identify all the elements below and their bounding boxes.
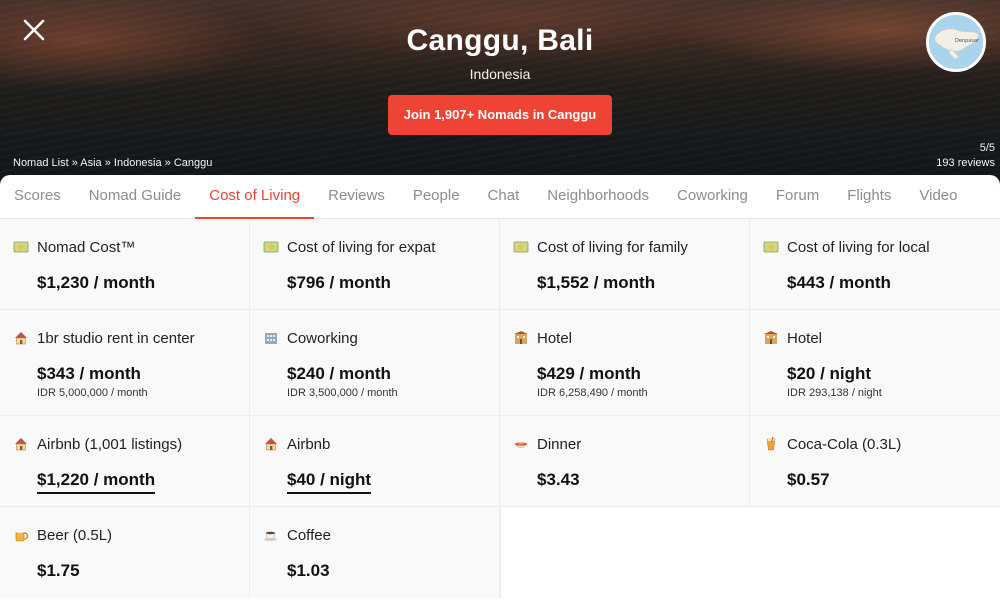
cost-card: Cost of living for expat $796 / month — [250, 219, 500, 309]
beer-mug-icon — [15, 529, 29, 542]
cost-value: $0.57 — [787, 470, 830, 489]
house-icon — [265, 438, 277, 451]
money-icon — [763, 241, 779, 253]
rating-score: 5/5 — [979, 142, 995, 154]
breadcrumb-separator: » — [161, 157, 174, 169]
tab-cost-of-living[interactable]: Cost of Living — [195, 175, 315, 219]
money-icon — [263, 241, 279, 253]
dinner-bowl-icon — [514, 442, 528, 448]
cost-label: Dinner — [537, 435, 582, 453]
cost-value: $1.03 — [287, 561, 330, 580]
breadcrumb-separator: » — [101, 157, 114, 169]
cost-label: Hotel — [787, 329, 823, 347]
join-nomads-button[interactable]: Join 1,907+ Nomads in Canggu — [388, 95, 612, 135]
cost-label: Coworking — [287, 329, 358, 347]
house-icon — [15, 438, 27, 451]
breadcrumb-item[interactable]: Indonesia — [114, 157, 162, 169]
cost-label: Hotel — [537, 329, 573, 347]
map-icon: Denpasar — [929, 15, 983, 69]
hero-header: Canggu, Bali Indonesia Join 1,907+ Nomad… — [0, 0, 1000, 185]
tab-video[interactable]: Video — [905, 175, 971, 218]
cost-card: Coca-Cola (0.3L) $0.57 — [750, 416, 1000, 506]
office-building-icon — [265, 333, 277, 344]
cost-card: Coworking $240 / month IDR 3,500,000 / m… — [250, 310, 500, 415]
cost-value: $1.75 — [37, 561, 80, 580]
cost-card: Hotel $429 / month IDR 6,258,490 / month — [500, 310, 750, 415]
breadcrumb-separator: » — [68, 157, 81, 169]
country-name: Indonesia — [469, 66, 531, 82]
rating-summary[interactable]: 5/5 193 reviews — [936, 141, 995, 171]
cost-label: 1br studio rent in center — [37, 329, 195, 347]
cost-label: Nomad Cost™ — [37, 238, 136, 256]
cost-row: 1br studio rent in center $343 / month I… — [0, 310, 1000, 416]
cost-label: Airbnb — [287, 435, 331, 453]
cost-value: $429 / month — [537, 364, 641, 383]
breadcrumb-item[interactable]: Canggu — [174, 157, 213, 169]
tab-scores[interactable]: Scores — [0, 175, 75, 218]
cost-card: Beer (0.5L) $1.75 — [0, 507, 250, 598]
cost-label: Coffee — [287, 526, 331, 544]
cost-value: $20 / night — [787, 364, 872, 383]
cost-local-currency: IDR 3,500,000 / month — [287, 387, 398, 399]
tab-coworking[interactable]: Coworking — [663, 175, 762, 218]
cost-card: Airbnb (1,001 listings) $1,220 / month — [0, 416, 250, 506]
breadcrumb-item[interactable]: Asia — [80, 157, 101, 169]
cost-label: Airbnb (1,001 listings) — [37, 435, 183, 453]
cost-label: Cost of living for expat — [287, 238, 436, 256]
hotel-icon — [514, 331, 528, 344]
money-icon — [13, 241, 29, 253]
cost-value: $443 / month — [787, 273, 891, 292]
cost-card: Nomad Cost™ $1,230 / month — [0, 219, 250, 309]
cost-card: Cost of living for local $443 / month — [750, 219, 1000, 309]
cost-card: Airbnb $40 / night — [250, 416, 500, 506]
airbnb-night-link[interactable]: $40 / night — [287, 470, 372, 494]
section-tabs: Scores Nomad Guide Cost of Living Review… — [0, 175, 1000, 219]
cola-glass-icon — [766, 436, 776, 451]
airbnb-month-link[interactable]: $1,220 / month — [37, 470, 156, 494]
cost-value: $343 / month — [37, 364, 141, 383]
cost-value: $240 / month — [287, 364, 391, 383]
tab-forum[interactable]: Forum — [762, 175, 833, 218]
map-thumbnail[interactable]: Denpasar — [926, 12, 986, 72]
breadcrumb-item[interactable]: Nomad List — [13, 157, 69, 169]
cost-label: Beer (0.5L) — [37, 526, 113, 544]
money-icon — [513, 241, 529, 253]
cost-row: Airbnb (1,001 listings) $1,220 / month A… — [0, 416, 1000, 507]
cost-of-living-grid: Nomad Cost™ $1,230 / month Cost of livin… — [0, 219, 1000, 598]
tab-chat[interactable]: Chat — [474, 175, 534, 218]
city-title: Canggu, Bali — [406, 24, 594, 57]
cost-local-currency: IDR 5,000,000 / month — [37, 387, 148, 399]
breadcrumb: Nomad List » Asia » Indonesia » Canggu — [13, 157, 212, 169]
cost-value: $796 / month — [287, 273, 391, 292]
cost-value: $1,552 / month — [537, 273, 656, 292]
hotel-icon — [764, 331, 778, 344]
cost-value: $3.43 — [537, 470, 580, 489]
cost-label: Coca-Cola (0.3L) — [787, 435, 902, 453]
tab-neighborhoods[interactable]: Neighborhoods — [533, 175, 663, 218]
tab-reviews[interactable]: Reviews — [314, 175, 399, 218]
review-count: 193 reviews — [936, 157, 995, 169]
coffee-cup-icon — [264, 531, 277, 541]
cost-card: 1br studio rent in center $343 / month I… — [0, 310, 250, 415]
map-city-label: Denpasar — [955, 38, 980, 44]
tab-people[interactable]: People — [399, 175, 474, 218]
house-icon — [15, 332, 27, 345]
tab-nomad-guide[interactable]: Nomad Guide — [75, 175, 196, 218]
cost-card: Hotel $20 / night IDR 293,138 / night — [750, 310, 1000, 415]
empty-cell — [750, 507, 1000, 598]
tab-flights[interactable]: Flights — [833, 175, 905, 218]
cost-label: Cost of living for local — [787, 238, 930, 256]
cost-value: $1,230 / month — [37, 273, 156, 292]
empty-cell — [500, 507, 750, 598]
cost-local-currency: IDR 6,258,490 / month — [537, 387, 648, 399]
cost-card: Dinner $3.43 — [500, 416, 750, 506]
cost-card: Coffee $1.03 — [250, 507, 500, 598]
cost-local-currency: IDR 293,138 / night — [787, 387, 882, 399]
cost-row: Beer (0.5L) $1.75 Coffee $1.03 — [0, 507, 1000, 598]
cost-label: Cost of living for family — [537, 238, 688, 256]
cost-row: Nomad Cost™ $1,230 / month Cost of livin… — [0, 219, 1000, 310]
cost-card: Cost of living for family $1,552 / month — [500, 219, 750, 309]
